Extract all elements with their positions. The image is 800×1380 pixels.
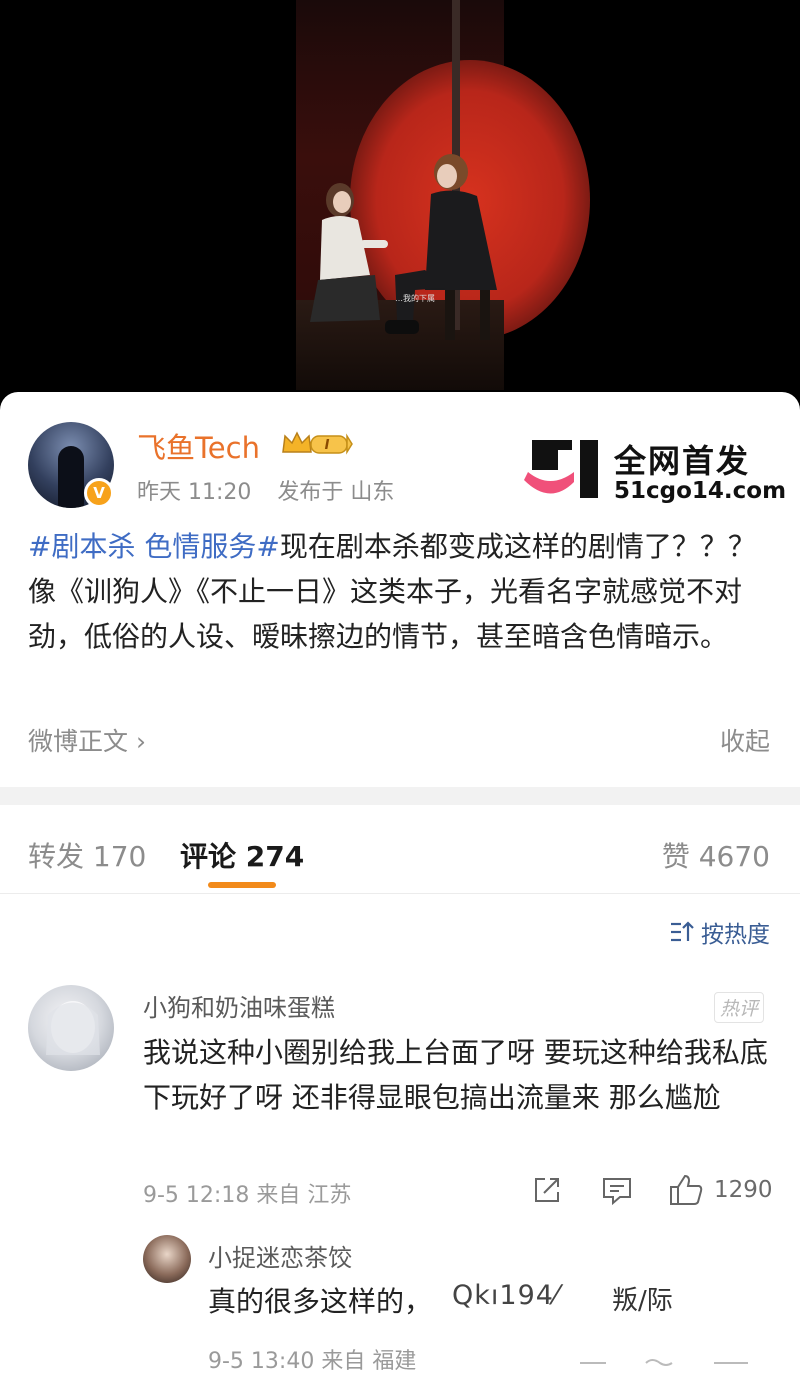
video-figure-boy: [385, 154, 497, 340]
hot-comment-badge: 热评: [713, 992, 764, 1023]
post-body: #剧本杀 色情服务#现在剧本杀都变成这样的剧情了？？？ 像《训狗人》《不止一日》…: [28, 524, 773, 659]
original-post-link[interactable]: 微博正文 ›: [28, 722, 146, 758]
reply-overlay-text: Qkı194⁄: [452, 1280, 560, 1311]
collapse-button[interactable]: 收起: [720, 722, 770, 758]
post-location: 发布于 山东: [277, 480, 395, 505]
post-meta: 昨天 11:20 发布于 山东: [137, 474, 394, 506]
interaction-tabs: 转发 170 评论 274 赞 4670: [0, 805, 800, 894]
reply-icon[interactable]: [601, 1176, 633, 1206]
sort-label: 按热度: [701, 922, 770, 948]
tab-repost[interactable]: 转发 170: [28, 835, 146, 875]
comment-avatar[interactable]: [28, 985, 114, 1071]
post-time: 昨天 11:20: [137, 480, 252, 505]
watermark-logo-icon: [524, 440, 598, 498]
tab-active-indicator: [208, 882, 276, 888]
watermark-title: 全网首发: [614, 442, 751, 480]
post-author-name[interactable]: 飞鱼Tech: [137, 425, 260, 467]
reply-text: 真的很多这样的，: [208, 1285, 433, 1318]
verified-badge-icon: V: [84, 478, 114, 508]
video-player[interactable]: …我的下属: [0, 0, 800, 410]
reply-action-icons[interactable]: [580, 1355, 750, 1369]
watermark: 全网首发 51cgo14.com: [524, 436, 787, 506]
comment-text: 我说这种小圈别给我上台面了呀 要玩这种给我私底下玩好了呀 还非得显眼包搞出流量来…: [143, 1036, 768, 1114]
section-divider: [0, 787, 800, 805]
share-icon[interactable]: [532, 1175, 562, 1205]
comment-like-count: 1290: [714, 1177, 773, 1203]
tab-comments[interactable]: 评论 274: [180, 835, 304, 875]
reply-overlay-text-2: 叛/际: [612, 1286, 673, 1316]
comment-meta: 9-5 12:18 来自 江苏: [143, 1183, 352, 1208]
sort-icon: [671, 921, 694, 942]
post-hashtag[interactable]: #剧本杀 色情服务#: [28, 530, 280, 563]
video-subtitle: …我的下属: [395, 294, 435, 303]
sort-button[interactable]: 按热度: [669, 915, 770, 949]
watermark-url: 51cgo14.com: [614, 478, 787, 504]
video-figure-girl: [310, 183, 388, 322]
tab-likes[interactable]: 赞 4670: [662, 835, 770, 875]
reply-avatar[interactable]: [143, 1235, 191, 1283]
reply-author-name[interactable]: 小捉迷恋茶饺: [208, 1238, 352, 1273]
member-level-text: I: [325, 438, 330, 453]
like-icon[interactable]: [668, 1173, 704, 1207]
member-crown-icon: I: [282, 431, 353, 455]
comment-author-name[interactable]: 小狗和奶油味蛋糕: [143, 988, 335, 1023]
reply-meta: 9-5 13:40 来自 福建: [208, 1349, 417, 1374]
